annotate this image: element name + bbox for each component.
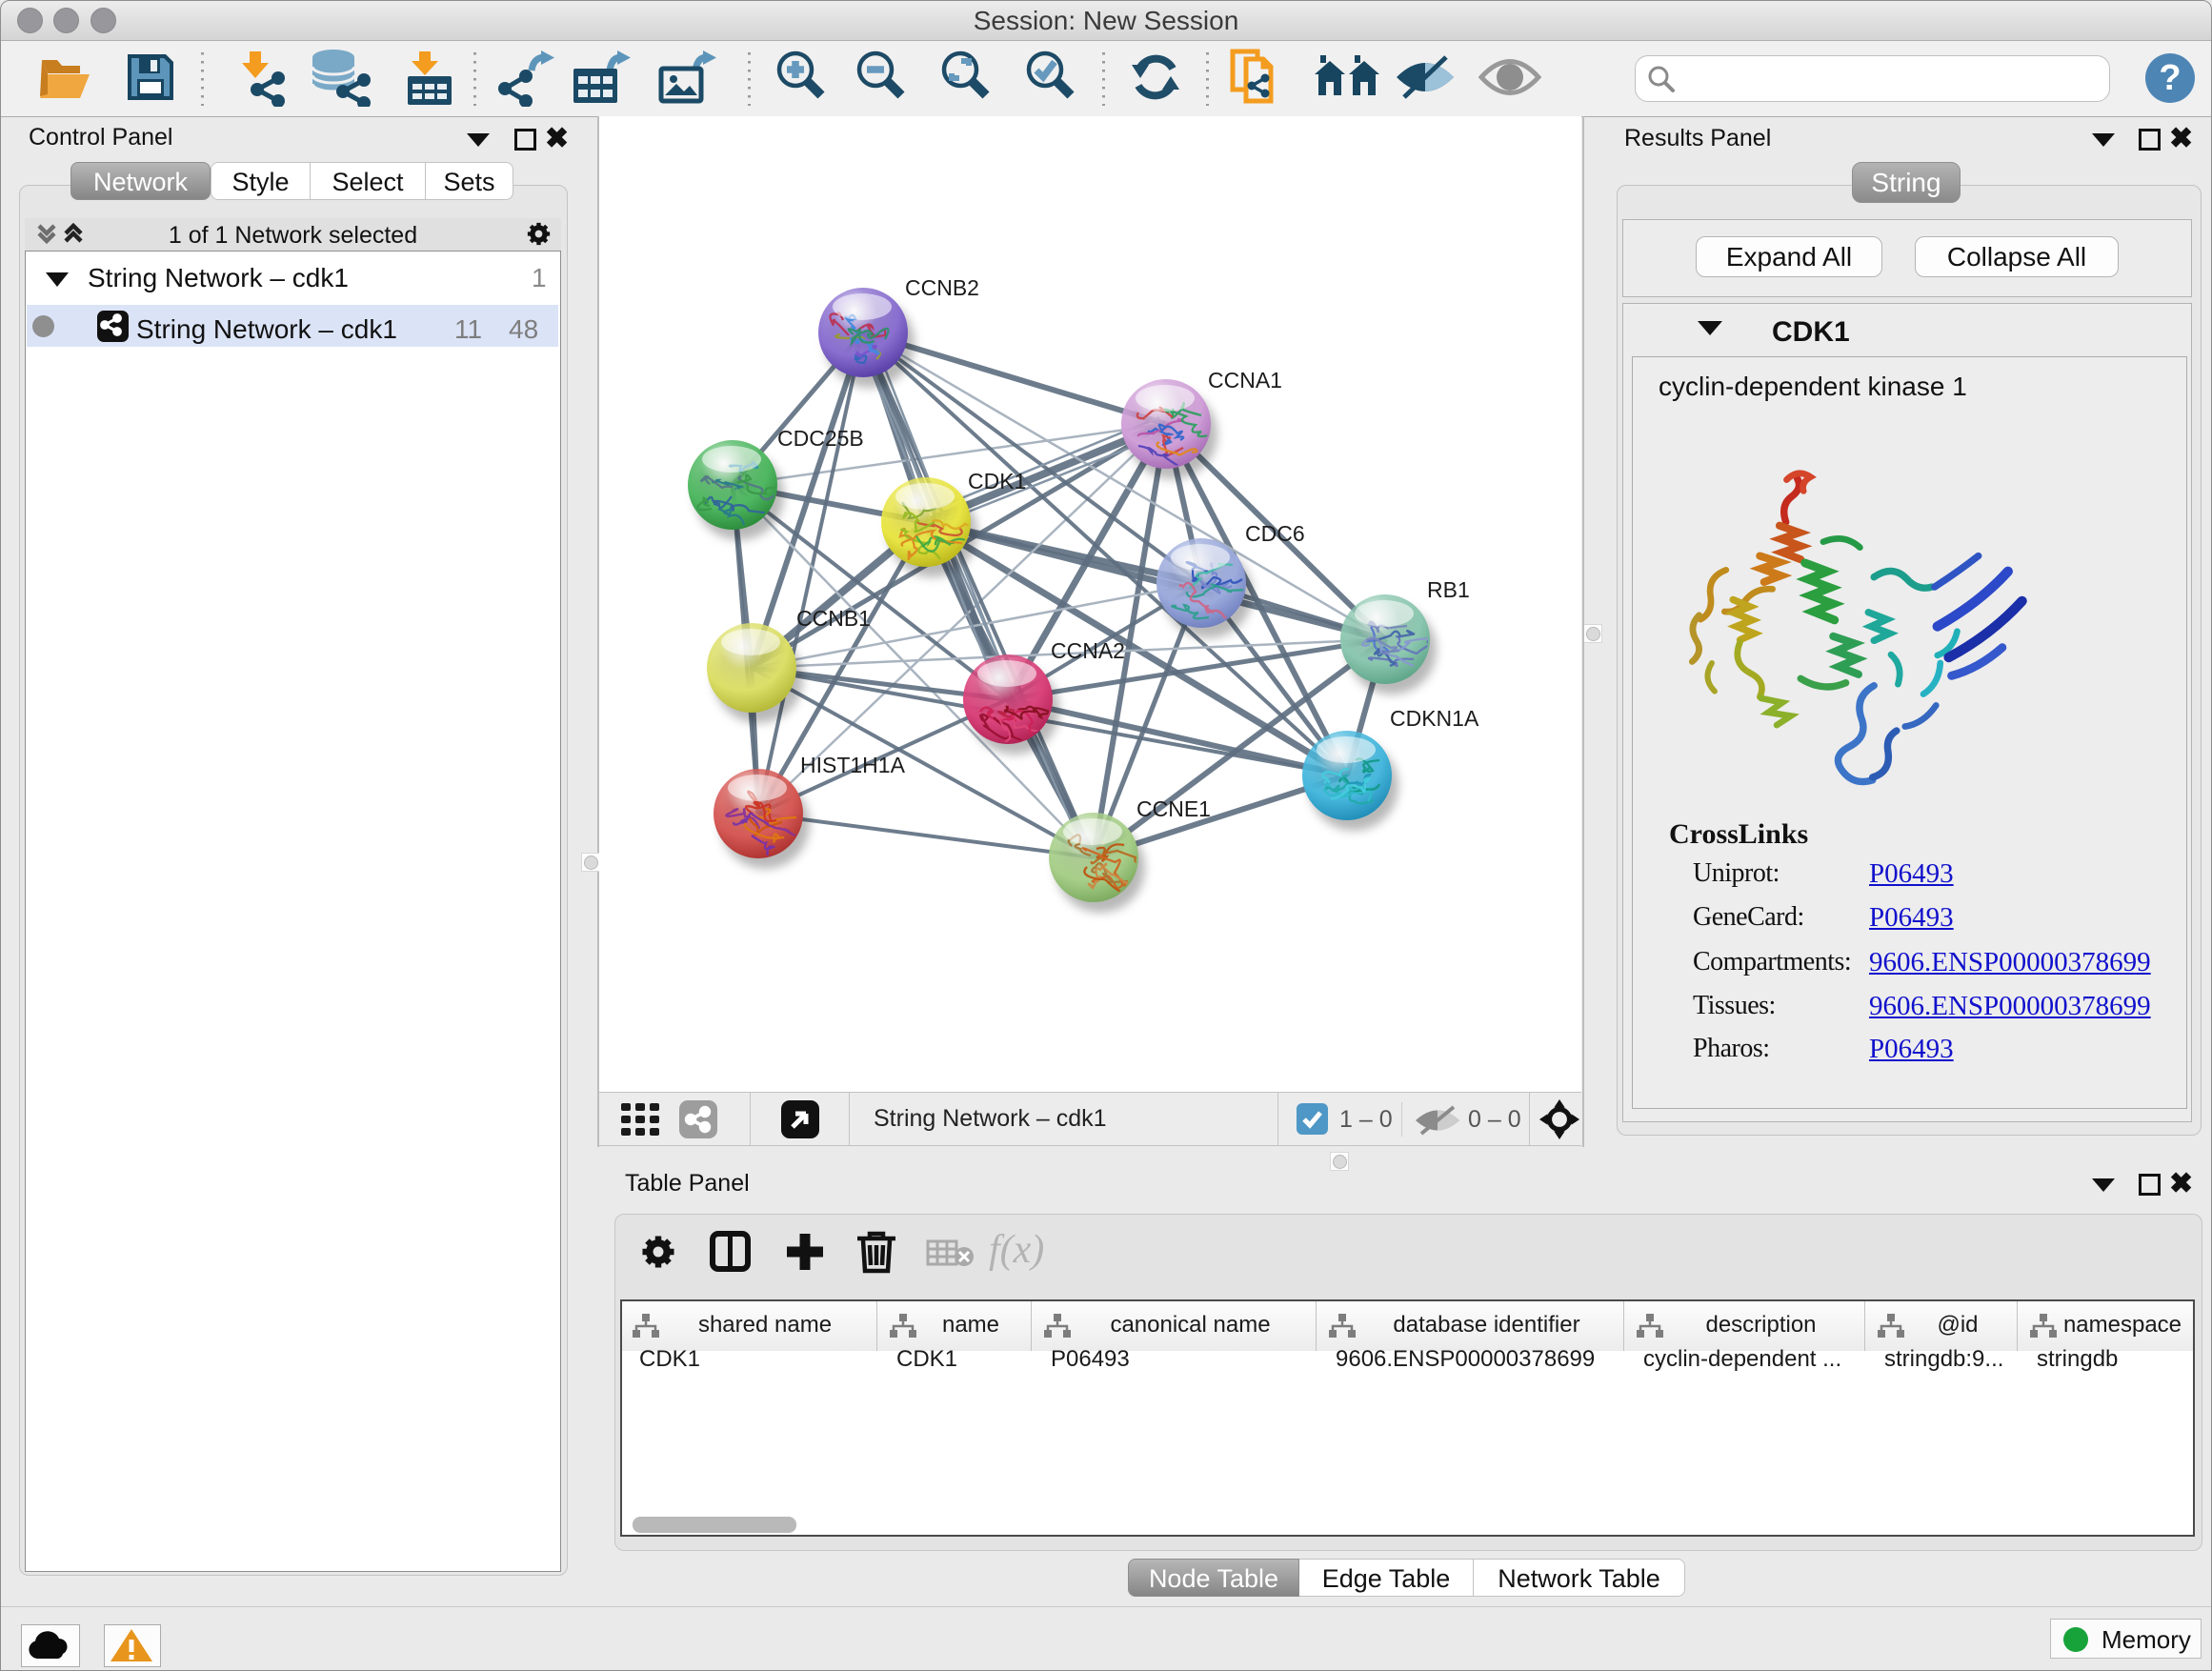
svg-text:HIST1H1A: HIST1H1A xyxy=(800,753,906,777)
svg-text:RB1: RB1 xyxy=(1427,577,1470,602)
svg-text:CCNA2: CCNA2 xyxy=(1051,638,1125,663)
svg-text:CCNB2: CCNB2 xyxy=(905,275,979,300)
svg-text:CDC25B: CDC25B xyxy=(777,426,864,451)
svg-text:CCNE1: CCNE1 xyxy=(1136,796,1211,821)
svg-text:CDKN1A: CDKN1A xyxy=(1390,706,1479,731)
svg-text:CCNB1: CCNB1 xyxy=(796,606,871,631)
svg-text:CDC6: CDC6 xyxy=(1245,521,1305,546)
svg-text:CCNA1: CCNA1 xyxy=(1208,368,1282,393)
svg-text:CDK1: CDK1 xyxy=(968,469,1026,493)
